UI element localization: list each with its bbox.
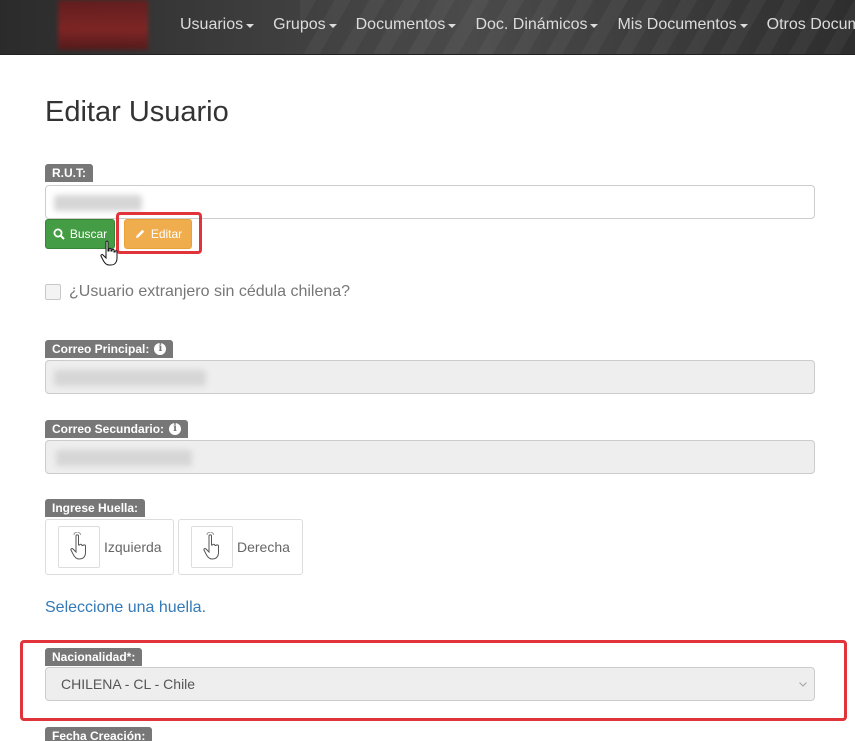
correo-secundario-input: [45, 440, 815, 474]
caret-down-icon: [739, 24, 748, 28]
fecha-creacion-label-text: Fecha Creación:: [52, 729, 146, 741]
page-title: Editar Usuario: [45, 96, 229, 128]
nav-item-label: Grupos: [273, 16, 326, 33]
nav-item-label: Mis Documentos: [617, 16, 737, 33]
correo-secundario-label-text: Correo Secundario:: [52, 422, 165, 436]
redacted-value: [54, 195, 142, 211]
buscar-button-label: Buscar: [69, 227, 108, 241]
redacted-value: [56, 450, 192, 466]
redacted-value: [54, 370, 206, 386]
rut-label: R.U.T:: [45, 164, 93, 182]
extranjero-checkbox[interactable]: [45, 284, 61, 300]
extranjero-checkbox-row[interactable]: ¿Usuario extranjero sin cédula chilena?: [45, 283, 350, 301]
seleccione-huella-hint: Seleccione una huella.: [45, 599, 207, 616]
nav-item-usuarios[interactable]: Usuarios: [180, 16, 255, 34]
nav-item-label: Doc. Dinámicos: [475, 16, 588, 33]
correo-principal-label-text: Correo Principal:: [52, 342, 150, 356]
correo-secundario-label: Correo Secundario: i: [45, 420, 189, 438]
huella-izquierda-button[interactable]: Izquierda: [45, 519, 174, 575]
finger-touch-icon: [70, 532, 86, 560]
info-icon[interactable]: i: [154, 343, 167, 355]
nav-item-grupos[interactable]: Grupos: [273, 16, 337, 34]
nav-item-doc-dinamicos[interactable]: Doc. Dinámicos: [475, 16, 599, 34]
nav-item-mis-documentos[interactable]: Mis Documentos: [617, 16, 748, 34]
nav-menu: Usuarios Grupos Documentos Doc. Dinámico…: [180, 0, 855, 50]
nav-item-otros-documentos[interactable]: Otros Docum: [767, 16, 855, 34]
highlight-box-nacionalidad: [20, 640, 847, 721]
huella-izquierda-label: Izquierda: [104, 539, 162, 555]
caret-down-icon: [448, 24, 457, 28]
fingerprint-left-box: [58, 526, 100, 568]
huella-label: Ingrese Huella:: [45, 499, 146, 517]
huella-derecha-label: Derecha: [237, 539, 290, 555]
info-icon[interactable]: i: [169, 423, 182, 435]
rut-label-text: R.U.T:: [52, 166, 86, 180]
nav-item-label: Documentos: [355, 16, 446, 33]
extranjero-checkbox-label: ¿Usuario extranjero sin cédula chilena?: [69, 283, 351, 300]
fecha-creacion-label: Fecha Creación:: [45, 727, 153, 741]
hand-cursor-icon: [100, 240, 118, 266]
caret-down-icon: [590, 24, 599, 28]
search-icon: [53, 228, 65, 240]
nav-item-label: Usuarios: [180, 16, 244, 33]
caret-down-icon: [246, 24, 255, 28]
finger-touch-icon: [203, 532, 219, 560]
brand-logo[interactable]: [58, 0, 148, 50]
huella-label-text: Ingrese Huella:: [52, 501, 139, 515]
huella-derecha-button[interactable]: Derecha: [178, 519, 303, 575]
nav-item-documentos[interactable]: Documentos: [356, 16, 457, 34]
top-navbar: Usuarios Grupos Documentos Doc. Dinámico…: [0, 0, 855, 55]
nav-item-label: Otros Docum: [766, 16, 855, 33]
fingerprint-right-box: [191, 526, 233, 568]
caret-down-icon: [328, 24, 337, 28]
highlight-box-editar: [116, 212, 202, 254]
correo-principal-input: [45, 360, 815, 394]
correo-principal-label: Correo Principal: i: [45, 340, 174, 358]
